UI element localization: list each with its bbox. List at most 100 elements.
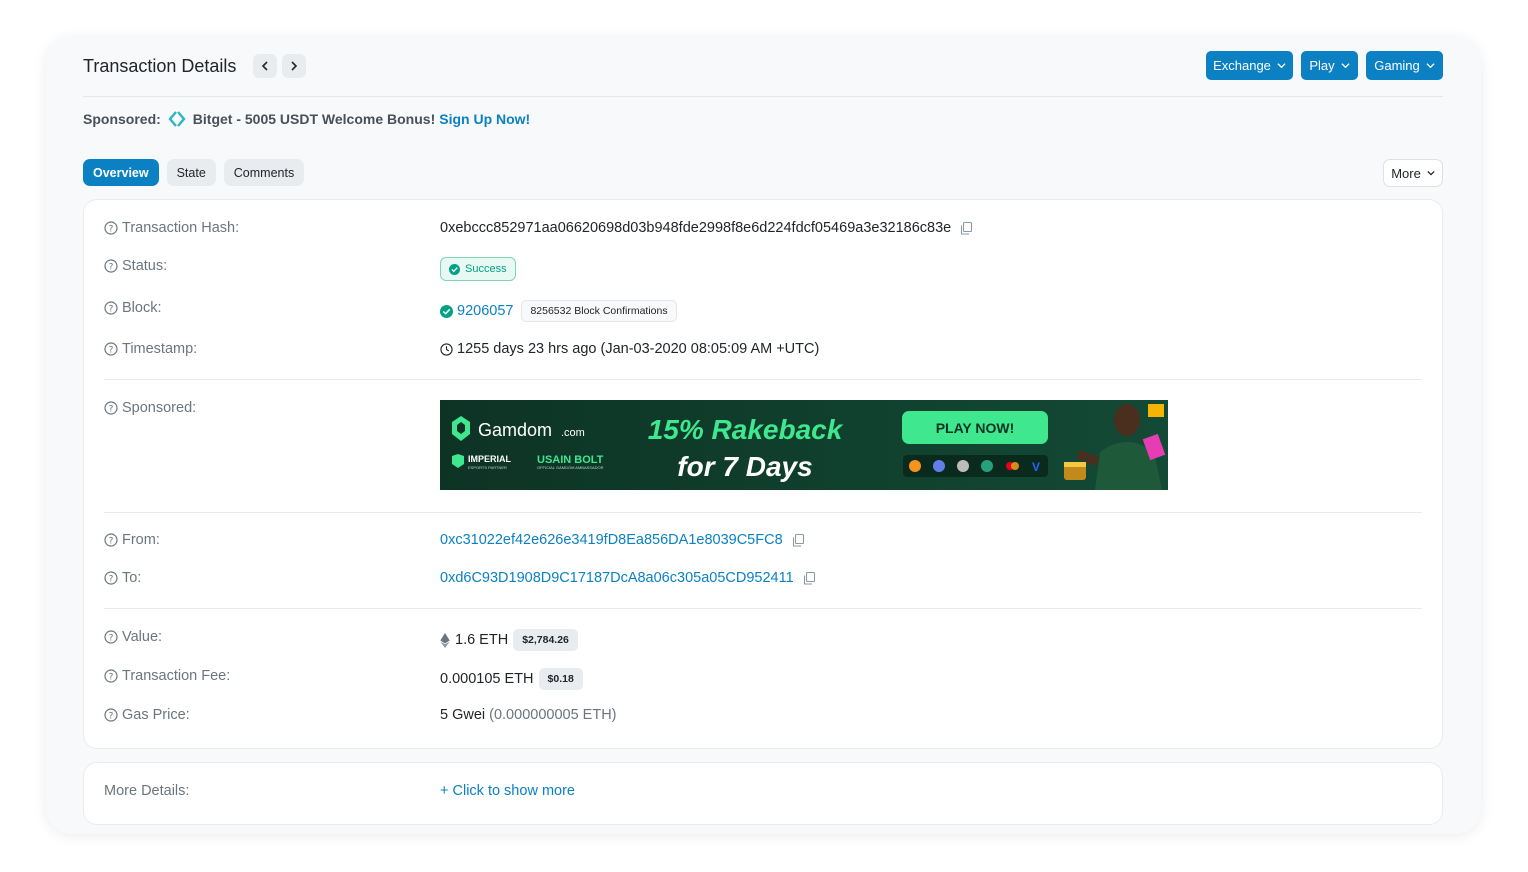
litecoin-icon: [957, 460, 969, 472]
label-more-details: More Details:: [104, 783, 190, 799]
question-circle-icon[interactable]: ?: [104, 571, 118, 585]
previous-button[interactable]: [253, 54, 277, 78]
question-circle-icon[interactable]: ?: [104, 401, 118, 415]
question-circle-icon[interactable]: ?: [104, 342, 118, 356]
svg-text:?: ?: [109, 634, 114, 644]
more-dropdown-button[interactable]: More: [1383, 159, 1443, 187]
more-details-panel: More Details: + Click to show more: [83, 762, 1443, 825]
divider: [104, 512, 1422, 513]
label-transaction-fee: Transaction Fee:: [122, 668, 231, 684]
chevron-down-icon: [1341, 63, 1350, 69]
banner-brand: Gamdom: [478, 420, 552, 440]
svg-text:?: ?: [109, 346, 114, 356]
ethereum-icon: [933, 460, 945, 472]
payment-icons: V: [903, 455, 1048, 477]
sponsor-text: Bitget - 5005 USDT Welcome Bonus!: [192, 111, 436, 127]
row-value: ? Value: 1.6 ETH $2,784.26: [104, 629, 1422, 651]
question-circle-icon[interactable]: ?: [104, 259, 118, 273]
question-circle-icon[interactable]: ?: [104, 301, 118, 315]
banner-headline-1: 15% Rakeback: [648, 414, 844, 445]
bitget-logo-icon: [168, 111, 186, 127]
label-transaction-hash: Transaction Hash:: [122, 220, 240, 236]
check-circle-icon: [449, 263, 460, 275]
row-from: ? From: 0xc31022ef42e626e3419fD8Ea856DA1…: [104, 532, 1422, 554]
treasure-chest-icon: [1064, 462, 1086, 480]
copy-icon[interactable]: [802, 571, 817, 586]
sign-up-link[interactable]: Sign Up Now!: [439, 111, 530, 127]
svg-text:?: ?: [109, 305, 114, 315]
gas-price-eth: (0.000000005 ETH): [489, 707, 617, 723]
visa-icon: V: [1032, 460, 1040, 474]
chevron-left-icon: [261, 61, 268, 71]
question-circle-icon[interactable]: ?: [104, 630, 118, 644]
question-circle-icon[interactable]: ?: [104, 708, 118, 722]
block-number-link[interactable]: 9206057: [457, 303, 513, 319]
check-circle-icon: [440, 304, 453, 318]
value-usd-badge: $2,784.26: [513, 629, 578, 651]
bitcoin-icon: [909, 460, 921, 472]
tab-bar: Overview State Comments: [83, 159, 305, 186]
details-panel: ? Transaction Hash: 0xebccc852971aa06620…: [83, 199, 1443, 749]
svg-text:?: ?: [109, 263, 114, 273]
from-address-link[interactable]: 0xc31022ef42e626e3419fD8Ea856DA1e8039C5F…: [440, 532, 783, 548]
row-to: ? To: 0xd6C93D1908D9C17187DcA8a06c305a05…: [104, 570, 1422, 592]
fee-amount: 0.000105 ETH: [440, 671, 534, 687]
svg-text:?: ?: [109, 405, 114, 415]
banner-cta-label: PLAY NOW!: [936, 420, 1015, 436]
question-circle-icon[interactable]: ?: [104, 221, 118, 235]
label-to: To:: [122, 570, 142, 586]
svg-text:?: ?: [109, 673, 114, 683]
tab-state[interactable]: State: [166, 159, 216, 186]
banner-headline-2: for 7 Days: [677, 451, 812, 482]
chevron-down-icon: [1426, 63, 1435, 69]
copy-icon[interactable]: [791, 533, 806, 548]
play-button[interactable]: Play: [1301, 51, 1358, 80]
gaming-button[interactable]: Gaming: [1366, 51, 1443, 80]
next-button[interactable]: [282, 54, 306, 78]
timestamp-value: 1255 days 23 hrs ago (Jan-03-2020 08:05:…: [457, 341, 820, 357]
clock-icon: [440, 342, 453, 356]
ethereum-icon: [440, 632, 450, 648]
svg-text:?: ?: [109, 575, 114, 585]
row-gas-price: ? Gas Price: 5 Gwei (0.000000005 ETH): [104, 707, 1422, 729]
tether-icon: [981, 460, 993, 472]
row-status: ? Status: Success: [104, 257, 1422, 281]
label-from: From:: [122, 532, 160, 548]
banner-brand-suffix: .com: [561, 427, 585, 439]
gas-price-value: 5 Gwei: [440, 707, 486, 723]
question-circle-icon[interactable]: ?: [104, 533, 118, 547]
svg-text:?: ?: [109, 225, 114, 235]
label-timestamp: Timestamp:: [122, 341, 198, 357]
gamdom-ad-banner[interactable]: Gamdom .com IMPERIAL ESPORTS PARTNER USA…: [440, 400, 1168, 490]
row-transaction-hash: ? Transaction Hash: 0xebccc852971aa06620…: [104, 220, 1422, 242]
tab-comments[interactable]: Comments: [223, 159, 305, 186]
svg-text:?: ?: [109, 712, 114, 722]
sponsored-banner-line: Sponsored: Bitget - 5005 USDT Welcome Bo…: [83, 111, 531, 127]
status-badge: Success: [440, 257, 516, 281]
exchange-button[interactable]: Exchange: [1206, 51, 1293, 80]
chevron-down-icon: [1277, 63, 1286, 69]
tab-overview[interactable]: Overview: [83, 159, 159, 186]
banner-partner1: IMPERIAL: [468, 454, 512, 464]
copy-icon[interactable]: [959, 221, 974, 236]
transaction-card: Transaction Details Exchange Play Gaming…: [46, 37, 1481, 834]
row-block: ? Block: 9206057 8256532 Block Confirmat…: [104, 300, 1422, 322]
show-more-link[interactable]: + Click to show more: [440, 783, 575, 799]
row-timestamp: ? Timestamp: 1255 days 23 hrs ago (Jan-0…: [104, 341, 1422, 363]
question-circle-icon[interactable]: ?: [104, 669, 118, 683]
label-status: Status:: [122, 258, 168, 274]
page-header: Transaction Details Exchange Play Gaming: [83, 49, 1443, 97]
label-block: Block:: [122, 300, 162, 316]
value-amount: 1.6 ETH: [455, 632, 509, 648]
label-sponsored: Sponsored:: [122, 400, 197, 416]
transaction-hash-value: 0xebccc852971aa06620698d03b948fde2998f8e…: [440, 220, 952, 236]
to-address-link[interactable]: 0xd6C93D1908D9C17187DcA8a06c305a05CD9524…: [440, 570, 794, 586]
label-value: Value:: [122, 629, 163, 645]
page-title: Transaction Details: [83, 56, 237, 76]
fee-usd-badge: $0.18: [538, 668, 583, 690]
divider: [104, 608, 1422, 609]
chevron-down-icon: [1427, 170, 1435, 176]
divider: [104, 379, 1422, 380]
banner-partner2-sub: OFFICIAL GAMDOM AMBASSADOR: [537, 465, 604, 470]
block-confirmations-badge: 8256532 Block Confirmations: [521, 300, 677, 322]
